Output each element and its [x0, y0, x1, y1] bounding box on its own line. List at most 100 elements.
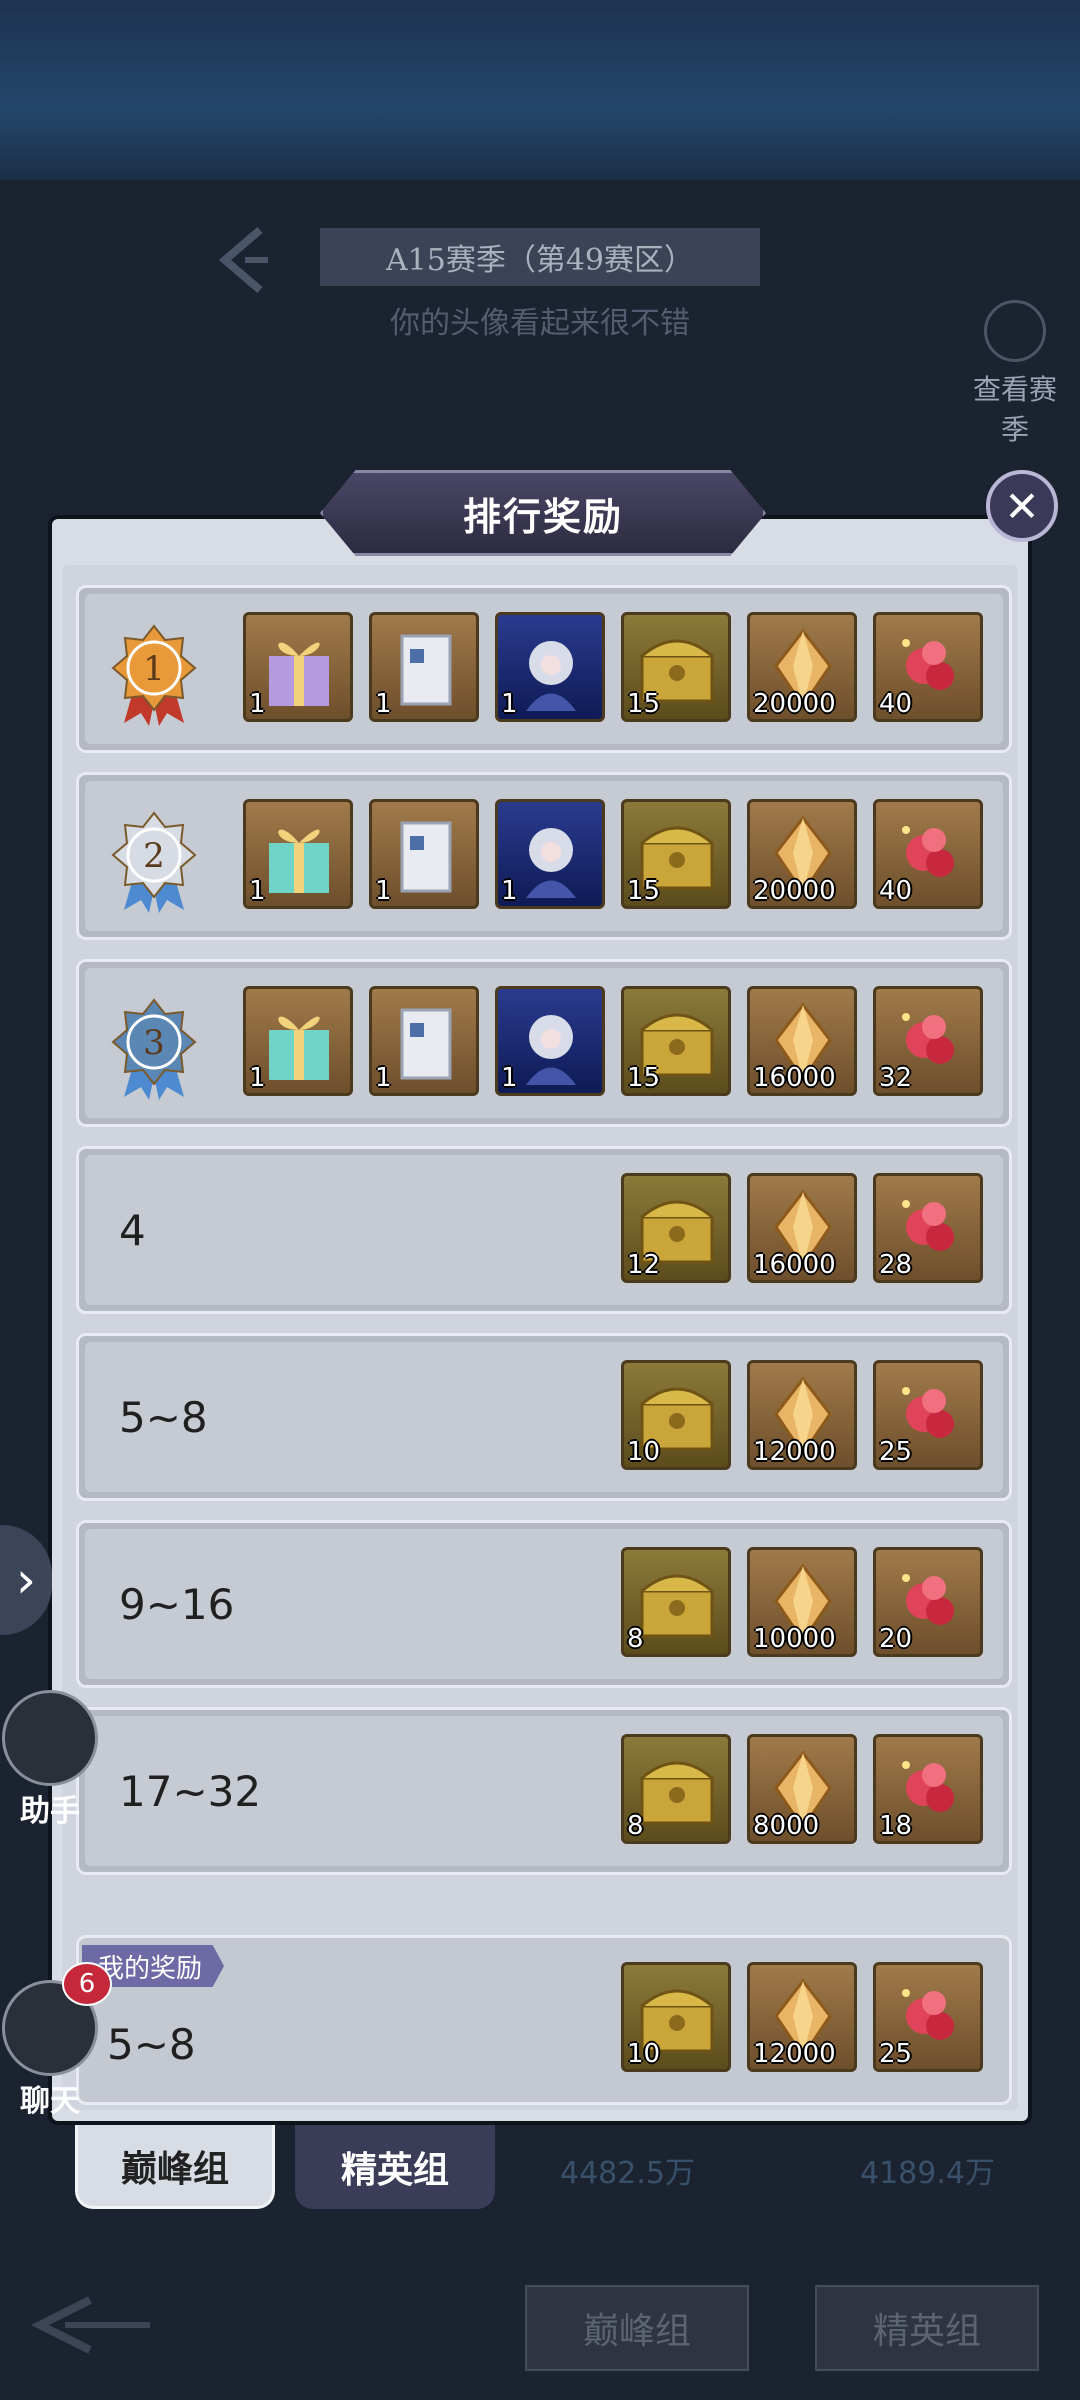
behind-value-2: 4189.4万: [860, 2156, 995, 2191]
reward-item[interactable]: 1: [369, 612, 479, 722]
bottom-peak-button[interactable]: 巅峰组: [525, 2285, 749, 2371]
reward-items: 10 12000 25: [621, 1360, 983, 1474]
item-quantity: 20: [879, 1624, 913, 1654]
reward-row: 4 12 16000 28: [76, 1146, 1012, 1314]
svg-text:3: 3: [143, 1023, 165, 1063]
item-quantity: 12000: [753, 2039, 836, 2069]
reward-item[interactable]: 12: [621, 1173, 731, 1283]
reward-item[interactable]: 10: [621, 1962, 731, 2072]
reward-item[interactable]: 12000: [747, 1962, 857, 2072]
item-quantity: 40: [879, 876, 913, 906]
item-quantity: 25: [879, 2039, 913, 2069]
hero-portrait-icon: [526, 641, 576, 711]
item-quantity: 8: [627, 1811, 644, 1841]
reward-item[interactable]: 32: [873, 986, 983, 1096]
reward-row: 5~8 10 12000 25: [76, 1333, 1012, 1501]
reward-items: 1 1 1 15 16000 32: [243, 986, 983, 1100]
scroll-card-icon: [400, 1008, 452, 1080]
reward-item[interactable]: 25: [873, 1360, 983, 1470]
reward-item[interactable]: 20000: [747, 612, 857, 722]
view-season-button[interactable]: 查看赛季: [960, 300, 1070, 448]
reward-row: 17~32 8 8000 18: [76, 1707, 1012, 1875]
item-quantity: 1: [249, 689, 266, 719]
reward-item[interactable]: 20000: [747, 799, 857, 909]
reward-item[interactable]: 8: [621, 1734, 731, 1844]
item-quantity: 8: [627, 1624, 644, 1654]
item-quantity: 1: [375, 876, 392, 906]
reward-item[interactable]: 20: [873, 1547, 983, 1657]
item-quantity: 1: [249, 1063, 266, 1093]
reward-item[interactable]: 16000: [747, 986, 857, 1096]
reward-item[interactable]: 15: [621, 799, 731, 909]
reward-item[interactable]: 1: [495, 799, 605, 909]
reward-item[interactable]: 15: [621, 612, 731, 722]
reward-item[interactable]: 25: [873, 1962, 983, 2072]
chevron-right-icon: ›: [16, 1551, 36, 1609]
tab-elite-group[interactable]: 精英组: [295, 2125, 495, 2209]
tab-peak-group[interactable]: 巅峰组: [75, 2125, 275, 2209]
item-quantity: 1: [501, 876, 518, 906]
reward-items: 12 16000 28: [621, 1173, 983, 1287]
scroll-card-icon: [400, 634, 452, 706]
dialog-title: 排行奖励: [320, 470, 766, 556]
item-quantity: 15: [627, 689, 661, 719]
assistant-button[interactable]: 助手: [0, 1690, 100, 1830]
reward-item[interactable]: 1: [243, 799, 353, 909]
gift-box-teal-icon: [269, 829, 329, 893]
item-quantity: 20000: [753, 876, 836, 906]
reward-row: 2 1 1 1 15 20000 40: [76, 772, 1012, 940]
reward-item[interactable]: 15: [621, 986, 731, 1096]
my-reward-items: 10 12000 25: [621, 1962, 983, 2076]
item-quantity: 12: [627, 1250, 661, 1280]
rank-medal-icon: 1: [111, 624, 197, 726]
scroll-card-icon: [400, 821, 452, 893]
reward-item[interactable]: 10: [621, 1360, 731, 1470]
reward-item[interactable]: 12000: [747, 1360, 857, 1470]
bottom-elite-button[interactable]: 精英组: [815, 2285, 1039, 2371]
reward-item[interactable]: 1: [495, 612, 605, 722]
item-quantity: 25: [879, 1437, 913, 1467]
rank-text: 17~32: [119, 1766, 262, 1816]
reward-item[interactable]: 8: [621, 1547, 731, 1657]
reward-item[interactable]: 1: [243, 986, 353, 1096]
reward-item[interactable]: 18: [873, 1734, 983, 1844]
assistant-label: 助手: [20, 1794, 80, 1829]
reward-item[interactable]: 1: [369, 799, 479, 909]
chat-badge: 6: [62, 1962, 112, 2006]
gift-box-teal-icon: [269, 1016, 329, 1080]
reward-row: 1 1 1 1 15 20000 40: [76, 585, 1012, 753]
view-season-label: 查看赛季: [972, 373, 1057, 446]
hero-portrait-icon: [526, 828, 576, 898]
item-quantity: 12000: [753, 1437, 836, 1467]
rank-text: 9~16: [119, 1579, 235, 1629]
reward-item[interactable]: 16000: [747, 1173, 857, 1283]
item-quantity: 10000: [753, 1624, 836, 1654]
reward-item[interactable]: 10000: [747, 1547, 857, 1657]
reward-item[interactable]: 1: [243, 612, 353, 722]
top-sky-background: [0, 0, 1080, 180]
reward-item[interactable]: 28: [873, 1173, 983, 1283]
treasure-chest-icon: [640, 1574, 714, 1638]
close-button[interactable]: ✕: [986, 470, 1058, 542]
search-icon: [984, 300, 1046, 362]
close-icon: ✕: [1004, 481, 1040, 531]
gift-box-purple-icon: [269, 642, 329, 706]
item-quantity: 32: [879, 1063, 913, 1093]
item-quantity: 15: [627, 876, 661, 906]
reward-items: 1 1 1 15 20000 40: [243, 612, 983, 726]
item-quantity: 1: [501, 1063, 518, 1093]
reward-items: 1 1 1 15 20000 40: [243, 799, 983, 913]
back-bottom-icon[interactable]: [20, 2285, 170, 2365]
assistant-avatar-icon: [2, 1690, 98, 1786]
reward-items: 8 10000 20: [621, 1547, 983, 1661]
reward-item[interactable]: 8000: [747, 1734, 857, 1844]
reward-item[interactable]: 40: [873, 612, 983, 722]
item-quantity: 1: [501, 689, 518, 719]
back-arrow-icon[interactable]: [210, 220, 270, 300]
reward-item[interactable]: 40: [873, 799, 983, 909]
reward-item[interactable]: 1: [369, 986, 479, 1096]
rank-text: 5~8: [119, 1392, 208, 1442]
reward-item[interactable]: 1: [495, 986, 605, 1096]
item-quantity: 10: [627, 2039, 661, 2069]
svg-text:1: 1: [143, 649, 165, 689]
